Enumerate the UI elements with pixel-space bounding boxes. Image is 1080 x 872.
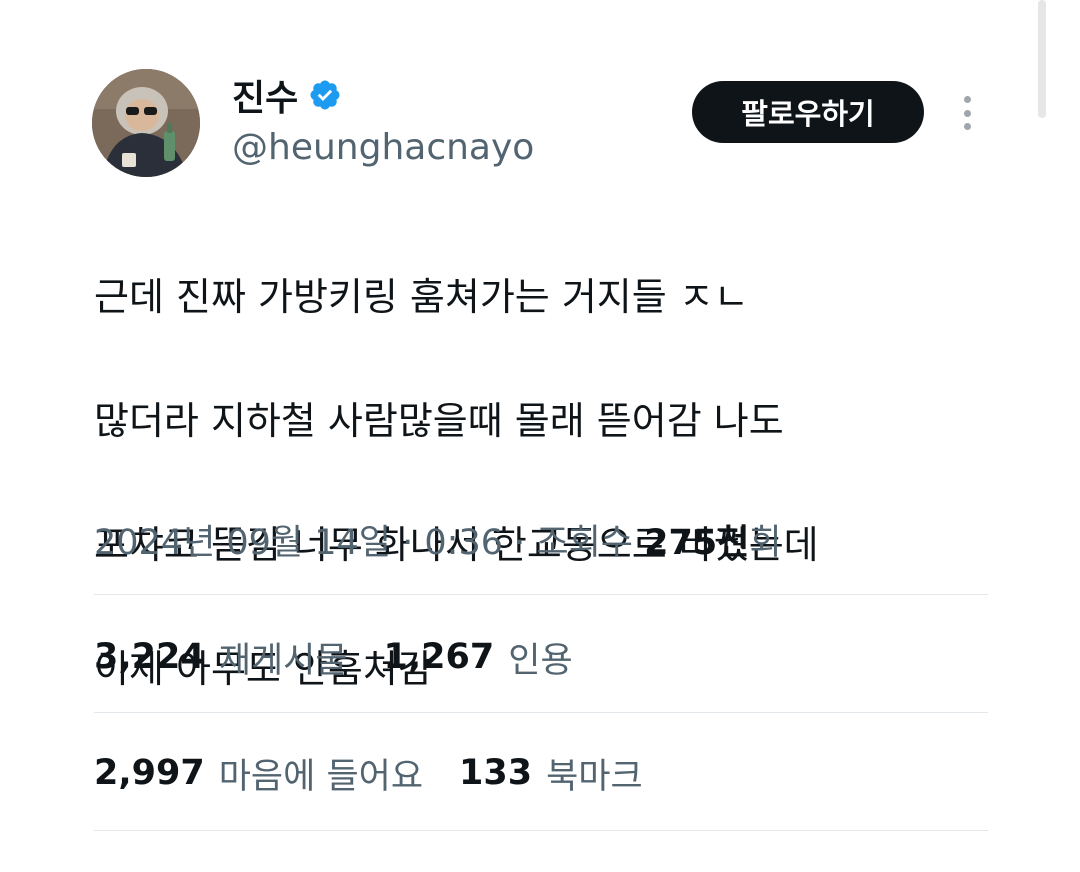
scrollbar[interactable] bbox=[1038, 0, 1046, 118]
reposts-label: 재게시물 bbox=[218, 640, 348, 681]
quotes-stat[interactable]: 1,267 인용 bbox=[384, 632, 573, 683]
stats-row-likes-bookmarks: 2,997 마음에 들어요 133 북마크 bbox=[94, 748, 679, 798]
meta-separator: · bbox=[503, 523, 537, 563]
tweet-detail-page: 진수 @heunghacnayo 팔로우하기 근데 진짜 가방키링 훔쳐가는 거… bbox=[0, 0, 1080, 872]
views-suffix: 회 bbox=[749, 523, 782, 563]
divider bbox=[94, 594, 988, 595]
meta-separator: · bbox=[391, 523, 425, 563]
likes-stat[interactable]: 2,997 마음에 들어요 bbox=[94, 748, 423, 799]
more-dot bbox=[963, 96, 971, 103]
author-name-row[interactable]: 진수 bbox=[232, 69, 342, 121]
bookmarks-stat[interactable]: 133 북마크 bbox=[459, 748, 643, 799]
verified-badge-icon bbox=[310, 80, 340, 110]
likes-count: 2,997 bbox=[94, 753, 205, 793]
views-count: 275천 bbox=[644, 523, 750, 563]
more-vertical-icon[interactable] bbox=[950, 92, 984, 134]
views-label: 조회수 bbox=[536, 523, 633, 563]
bookmarks-label: 북마크 bbox=[546, 756, 643, 797]
likes-label: 마음에 들어요 bbox=[218, 756, 424, 797]
avatar[interactable] bbox=[92, 69, 200, 177]
more-dot bbox=[963, 109, 971, 117]
tweet-line: 근데 진짜 가방키링 훔쳐가는 거지들 ㅈㄴ bbox=[94, 275, 749, 319]
author-display-name[interactable]: 진수 bbox=[232, 69, 298, 121]
tweet-time[interactable]: 0:36 bbox=[424, 523, 503, 563]
bookmarks-count: 133 bbox=[459, 753, 533, 793]
divider bbox=[94, 712, 988, 713]
follow-button[interactable]: 팔로우하기 bbox=[692, 81, 924, 143]
reposts-stat[interactable]: 3,224 재게시물 bbox=[94, 632, 348, 683]
more-dot bbox=[963, 123, 971, 130]
reposts-count: 3,224 bbox=[94, 637, 205, 677]
tweet-meta: 2024년 09월 14일 · 0:36 · 조회수 275천회 bbox=[94, 514, 782, 565]
divider bbox=[94, 830, 988, 831]
tweet-line: 많더라 지하철 사람많을때 몰래 뜯어감 나도 bbox=[94, 399, 784, 443]
tweet-date[interactable]: 2024년 09월 14일 bbox=[94, 523, 391, 563]
author-handle[interactable]: @heunghacnayo bbox=[232, 127, 534, 168]
avatar-image bbox=[92, 69, 200, 177]
stats-row-reposts-quotes: 3,224 재게시물 1,267 인용 bbox=[94, 632, 609, 682]
quotes-label: 인용 bbox=[508, 640, 573, 681]
quotes-count: 1,267 bbox=[383, 637, 495, 677]
